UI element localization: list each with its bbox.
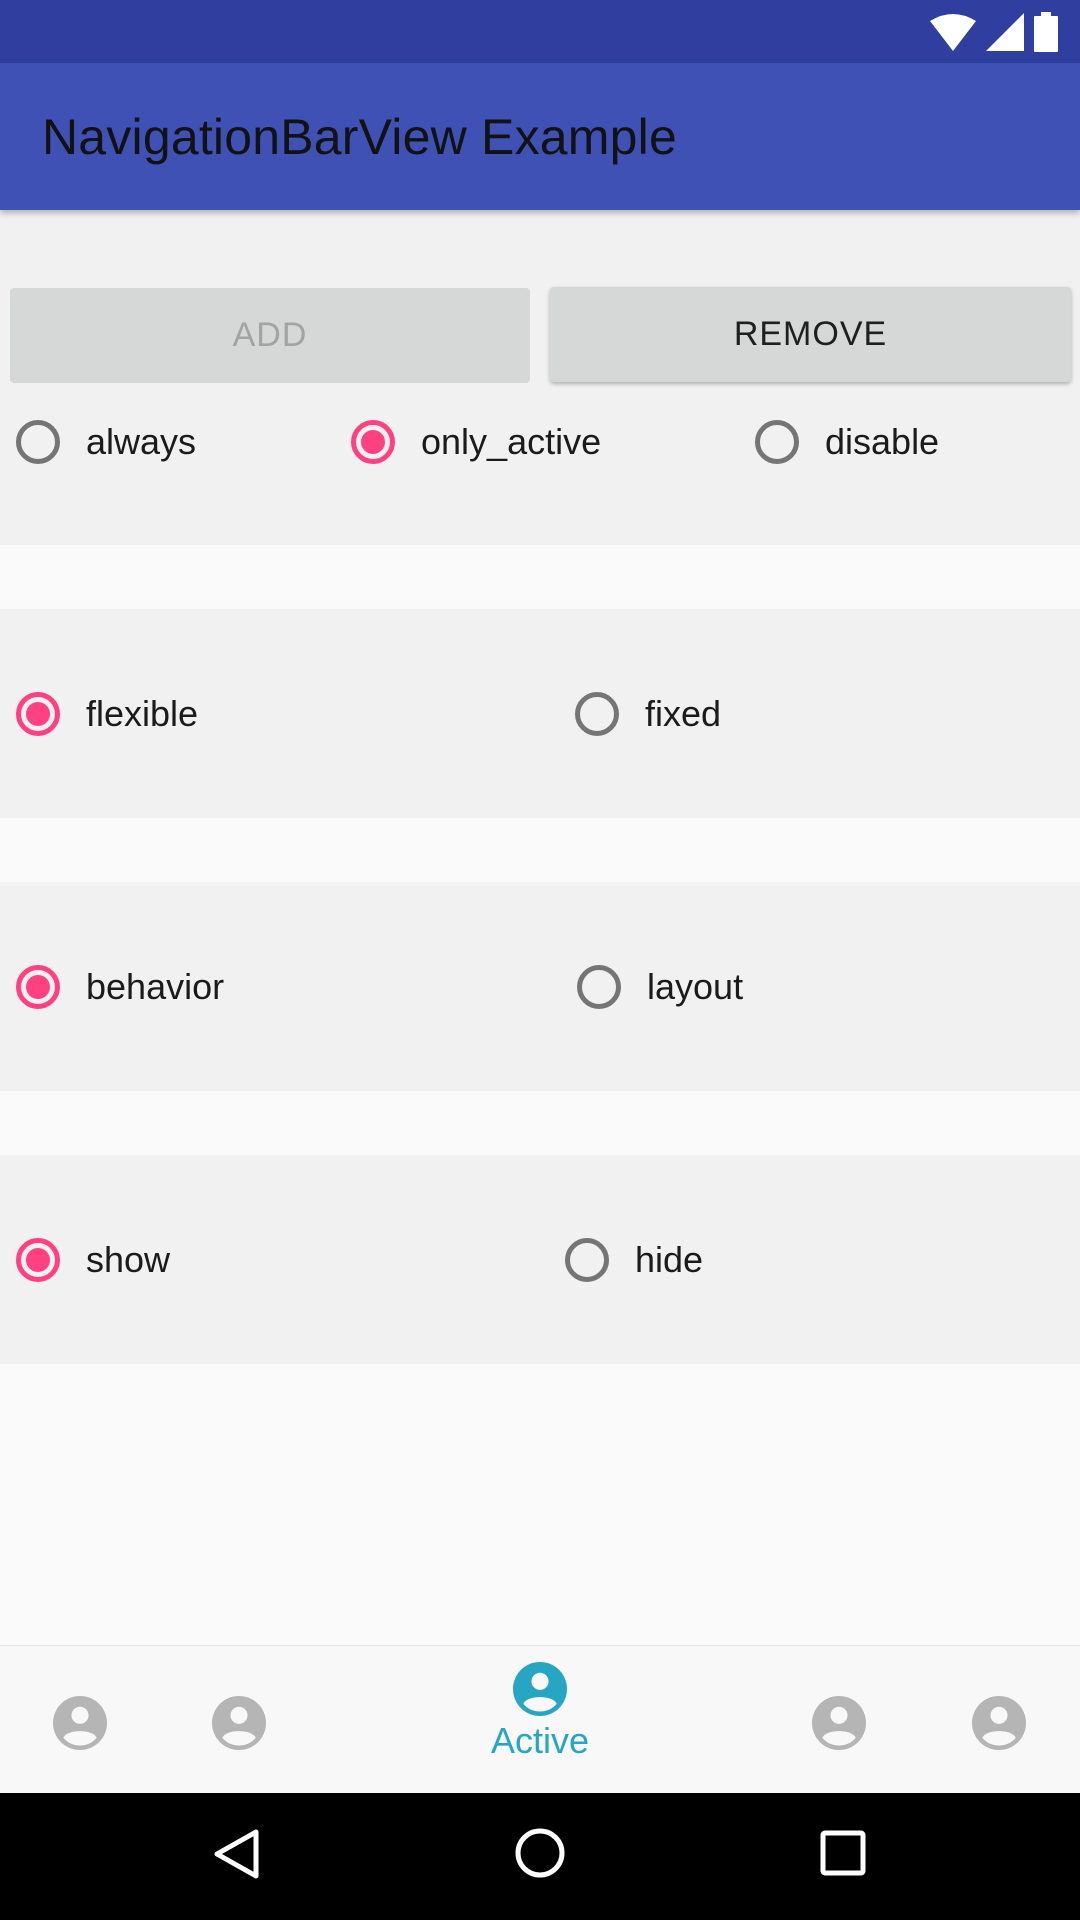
account-circle-icon	[513, 1662, 567, 1716]
wifi-icon	[930, 14, 976, 51]
system-navigation-bar	[0, 1793, 1080, 1920]
account-circle-icon	[212, 1696, 266, 1750]
radio-flexible[interactable]: flexible	[16, 686, 198, 742]
radio-only-active[interactable]: only_active	[351, 414, 601, 470]
radio-label: disable	[825, 421, 940, 462]
battery-icon	[1034, 12, 1058, 52]
nav-item-5[interactable]	[972, 1696, 1026, 1750]
back-icon[interactable]	[212, 1828, 260, 1880]
radio-always[interactable]: always	[16, 414, 196, 470]
radio-hide[interactable]: hide	[565, 1232, 703, 1288]
recents-icon[interactable]	[820, 1830, 866, 1876]
radio-label: always	[86, 421, 197, 462]
nav-item-label: Active	[490, 1720, 590, 1761]
account-circle-icon	[53, 1696, 107, 1750]
radio-label: show	[86, 1239, 171, 1280]
nav-item-1[interactable]	[53, 1696, 107, 1750]
radio-circle[interactable]	[755, 420, 799, 464]
nav-item-active[interactable]: Active	[470, 1662, 610, 1762]
radio-circle[interactable]	[16, 420, 60, 464]
radio-label: hide	[635, 1239, 704, 1280]
status-bar	[0, 0, 1080, 63]
radio-layout[interactable]: layout	[577, 959, 743, 1015]
radio-fixed[interactable]: fixed	[575, 686, 721, 742]
add-button[interactable]: ADD	[10, 288, 530, 383]
nav-item-2[interactable]	[212, 1696, 266, 1750]
radio-show[interactable]: show	[16, 1232, 170, 1288]
app-title: NavigationBarView Example	[42, 109, 677, 165]
radio-circle[interactable]	[16, 692, 60, 736]
radio-circle[interactable]	[16, 965, 60, 1009]
app-bar: NavigationBarView Example	[0, 63, 1080, 210]
account-circle-icon	[972, 1696, 1026, 1750]
radio-label: flexible	[86, 693, 199, 734]
account-circle-icon	[812, 1696, 866, 1750]
home-icon[interactable]	[514, 1827, 566, 1879]
radio-circle[interactable]	[575, 692, 619, 736]
radio-circle[interactable]	[16, 1238, 60, 1282]
radio-behavior[interactable]: behavior	[16, 959, 224, 1015]
bottom-navigation-bar: Active	[0, 1645, 1080, 1794]
radio-label: fixed	[645, 693, 722, 734]
radio-label: only_active	[421, 421, 602, 462]
signal-icon	[986, 13, 1024, 51]
radio-circle[interactable]	[565, 1238, 609, 1282]
radio-circle[interactable]	[577, 965, 621, 1009]
remove-button[interactable]: REMOVE	[550, 287, 1071, 382]
radio-label: behavior	[86, 966, 225, 1007]
nav-item-4[interactable]	[812, 1696, 866, 1750]
radio-label: layout	[647, 966, 744, 1007]
radio-circle[interactable]	[351, 420, 395, 464]
radio-disable[interactable]: disable	[755, 414, 939, 470]
